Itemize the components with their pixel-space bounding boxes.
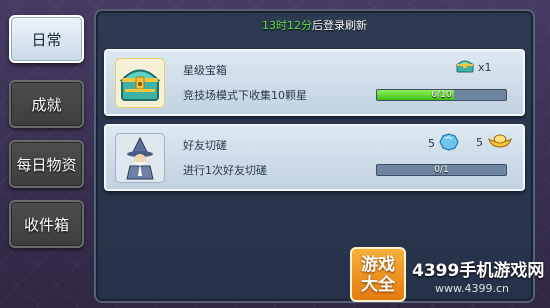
tab-achievements-label: 成就 xyxy=(31,95,62,114)
progress-text: 0/1 xyxy=(434,165,449,175)
watermark-badge-line1: 游戏 xyxy=(361,254,395,275)
watermark-badge-line2: 大全 xyxy=(361,274,395,295)
watermark-site-name: 4399手机游戏网 xyxy=(412,261,545,281)
tab-daily-label: 日常 xyxy=(31,30,62,49)
refresh-suffix: 后登录刷新 xyxy=(312,19,367,32)
refresh-time: 13时12分 xyxy=(262,19,312,32)
tab-column: 日常 成就 每日物资 收件箱 xyxy=(0,0,92,308)
task-description: 竞技场模式下收集10颗星 xyxy=(183,89,307,102)
reward-amount: 5 xyxy=(428,137,435,150)
watermark-url: www.4399.cn xyxy=(435,282,509,295)
reward-amount: x1 xyxy=(478,60,492,74)
progress-text: 6/10 xyxy=(431,90,452,100)
task-title: 好友切磋 xyxy=(183,139,227,152)
task-card-friend-spar[interactable]: 好友切磋 进行1次好友切磋 5 5 0/1 xyxy=(104,124,525,191)
task-title: 星级宝箱 xyxy=(183,64,227,77)
tab-inbox[interactable]: 收件箱 xyxy=(9,200,84,248)
chest-reward-icon xyxy=(455,58,475,76)
reward-amount: 5 xyxy=(476,136,483,149)
reward-item: 5 xyxy=(476,133,513,152)
tab-daily-supplies[interactable]: 每日物资 xyxy=(9,140,84,188)
tab-achievements[interactable]: 成就 xyxy=(9,80,84,128)
progress-bar: 0/1 xyxy=(376,164,507,176)
task-card-star-chest[interactable]: 星级宝箱 竞技场模式下收集10颗星 x1 6/10 xyxy=(104,49,525,116)
task-description: 进行1次好友切磋 xyxy=(183,164,267,177)
gold-ingot-icon xyxy=(487,133,513,152)
tab-inbox-label: 收件箱 xyxy=(23,215,69,234)
refresh-header: 13时12分 后登录刷新 xyxy=(96,11,533,39)
treasure-chest-icon xyxy=(115,58,165,108)
reward-item: x1 xyxy=(455,58,492,76)
reward-item: 5 xyxy=(428,133,459,154)
tab-daily-supplies-label: 每日物资 xyxy=(16,155,77,174)
tab-daily[interactable]: 日常 xyxy=(9,15,84,63)
blue-gem-icon xyxy=(439,133,459,154)
progress-bar: 6/10 xyxy=(376,89,507,101)
watermark-logo-badge: 游戏 大全 xyxy=(350,247,406,302)
wizard-icon xyxy=(115,133,165,183)
